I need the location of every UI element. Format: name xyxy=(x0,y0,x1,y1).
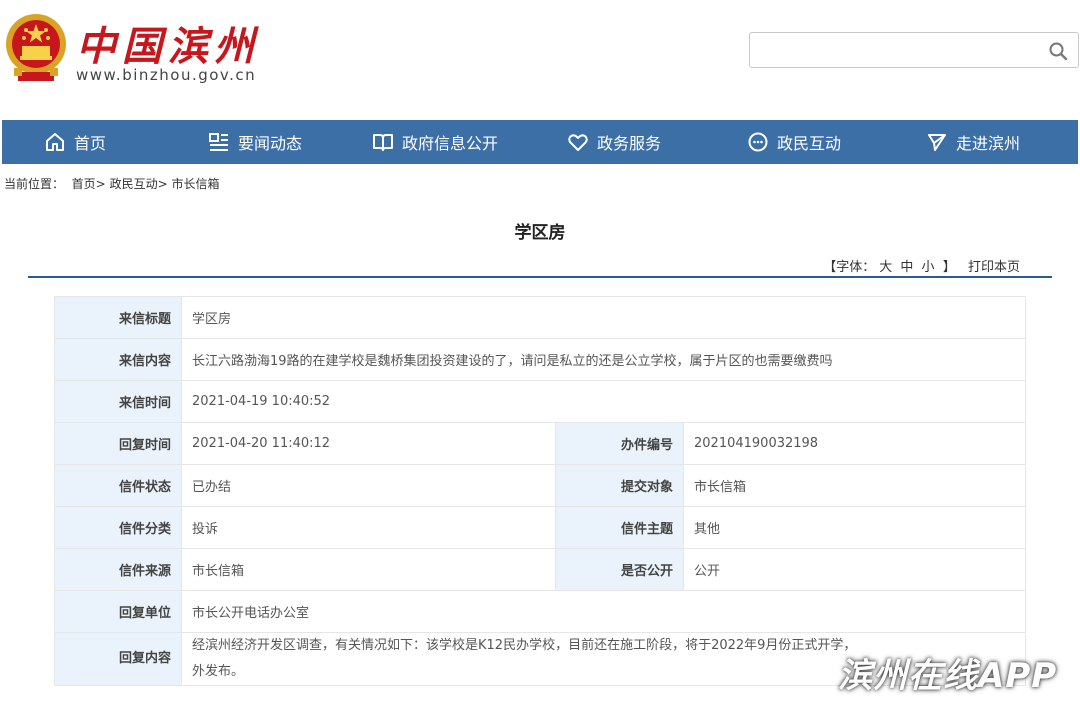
submit-target-value: 市长信箱 xyxy=(683,464,1026,507)
page-tools: 【字体：大 中 小 】 打印本页 xyxy=(821,256,1022,275)
letter-topic-value: 其他 xyxy=(683,506,1026,549)
nav-item-label: 政务服务 xyxy=(597,134,662,153)
breadcrumb-separator: > xyxy=(95,177,106,191)
site-url: www.binzhou.gov.cn xyxy=(76,66,257,84)
reply-unit-value: 市长公开电话办公室 xyxy=(181,590,1026,633)
letter-detail-table: 来信标题 学区房 来信内容 长江六路渤海19路的在建学校是魏桥集团投资建设的了，… xyxy=(54,296,1026,686)
nav-item-label: 首页 xyxy=(74,134,107,153)
nav-item-services[interactable]: 政务服务 xyxy=(567,120,661,164)
letter-source-value: 市长信箱 xyxy=(181,548,556,591)
page-title: 学区房 xyxy=(514,223,566,243)
letter-status-label: 信件状态 xyxy=(54,464,182,507)
font-size-close: 】 xyxy=(942,260,956,275)
table-row: 来信时间 2021-04-19 10:40:52 xyxy=(54,380,1026,423)
nav-item-interaction[interactable]: 政民互动 xyxy=(747,120,841,164)
home-icon xyxy=(46,133,64,151)
site-header: 中国滨州 www.binzhou.gov.cn xyxy=(0,0,1080,120)
case-number-value: 202104190032198 xyxy=(683,422,1026,465)
table-row: 回复单位 市长公开电话办公室 xyxy=(54,590,1026,633)
reply-unit-label: 回复单位 xyxy=(54,590,182,633)
case-number-label: 办件编号 xyxy=(555,422,684,465)
letter-category-value: 投诉 xyxy=(181,506,556,549)
breadcrumb: 当前位置： 首页> 政民互动> 市长信箱 xyxy=(4,175,219,192)
is-public-label: 是否公开 xyxy=(555,548,684,591)
print-button[interactable]: 打印本页 xyxy=(968,260,1020,275)
nav-item-label: 政民互动 xyxy=(777,134,842,153)
table-row: 信件来源 市长信箱 是否公开 公开 xyxy=(54,548,1026,591)
nav-item-label: 走进滨州 xyxy=(956,134,1021,153)
letter-time-label: 来信时间 xyxy=(54,380,182,423)
letter-status-value: 已办结 xyxy=(181,464,556,507)
letter-title-value: 学区房 xyxy=(181,296,1026,339)
watermark-text: 滨州在线APP xyxy=(838,656,1058,696)
font-large-button[interactable]: 大 xyxy=(879,260,892,275)
submit-target-label: 提交对象 xyxy=(555,464,684,507)
site-logo-text[interactable]: 中国滨州 xyxy=(76,14,260,72)
breadcrumb-separator: > xyxy=(157,177,168,191)
reply-time-label: 回复时间 xyxy=(54,422,182,465)
letter-title-label: 来信标题 xyxy=(54,296,182,339)
search-icon[interactable] xyxy=(1048,41,1068,61)
title-divider xyxy=(28,276,1052,278)
letter-source-label: 信件来源 xyxy=(54,548,182,591)
heart-icon xyxy=(568,134,588,151)
letter-category-label: 信件分类 xyxy=(54,506,182,549)
search-input[interactable] xyxy=(756,37,1036,63)
chat-icon xyxy=(748,132,768,152)
font-small-button[interactable]: 小 xyxy=(922,260,935,275)
font-medium-button[interactable]: 中 xyxy=(900,260,913,275)
letter-content-value: 长江六路渤海19路的在建学校是魏桥集团投资建设的了，请问是私立的还是公立学校，属… xyxy=(181,338,1026,381)
is-public-value: 公开 xyxy=(683,548,1026,591)
letter-topic-label: 信件主题 xyxy=(555,506,684,549)
table-row: 回复时间 2021-04-20 11:40:12 办件编号 2021041900… xyxy=(54,422,1026,465)
breadcrumb-home[interactable]: 首页 xyxy=(72,177,96,191)
book-icon xyxy=(373,134,393,151)
nav-item-home[interactable]: 首页 xyxy=(44,120,106,164)
font-size-label: 【字体： xyxy=(823,260,876,275)
send-icon xyxy=(928,134,946,151)
table-row: 来信标题 学区房 xyxy=(54,296,1026,339)
breadcrumb-prefix: 当前位置： xyxy=(4,177,65,191)
nav-item-news[interactable]: 要闻动态 xyxy=(208,120,302,164)
table-row: 信件状态 已办结 提交对象 市长信箱 xyxy=(54,464,1026,507)
breadcrumb-mailbox[interactable]: 市长信箱 xyxy=(171,177,219,191)
nav-item-gov-info[interactable]: 政府信息公开 xyxy=(372,120,498,164)
search-box xyxy=(749,32,1079,68)
reply-content-label: 回复内容 xyxy=(54,632,182,686)
letter-content-label: 来信内容 xyxy=(54,338,182,381)
nav-item-label: 要闻动态 xyxy=(238,134,303,153)
nav-item-label: 政府信息公开 xyxy=(402,134,499,153)
news-icon xyxy=(209,133,228,151)
nav-item-about[interactable]: 走进滨州 xyxy=(926,120,1020,164)
main-nav: 首页 要闻动态 政府信息公开 政务服务 政民互动 走进滨州 xyxy=(2,120,1078,164)
app-watermark: 滨州在线APP xyxy=(826,642,1080,698)
breadcrumb-interaction[interactable]: 政民互动 xyxy=(110,177,158,191)
letter-time-value: 2021-04-19 10:40:52 xyxy=(181,380,1026,423)
table-row: 来信内容 长江六路渤海19路的在建学校是魏桥集团投资建设的了，请问是私立的还是公… xyxy=(54,338,1026,381)
reply-time-value: 2021-04-20 11:40:12 xyxy=(181,422,556,465)
national-emblem-icon xyxy=(6,14,66,81)
table-row: 信件分类 投诉 信件主题 其他 xyxy=(54,506,1026,549)
